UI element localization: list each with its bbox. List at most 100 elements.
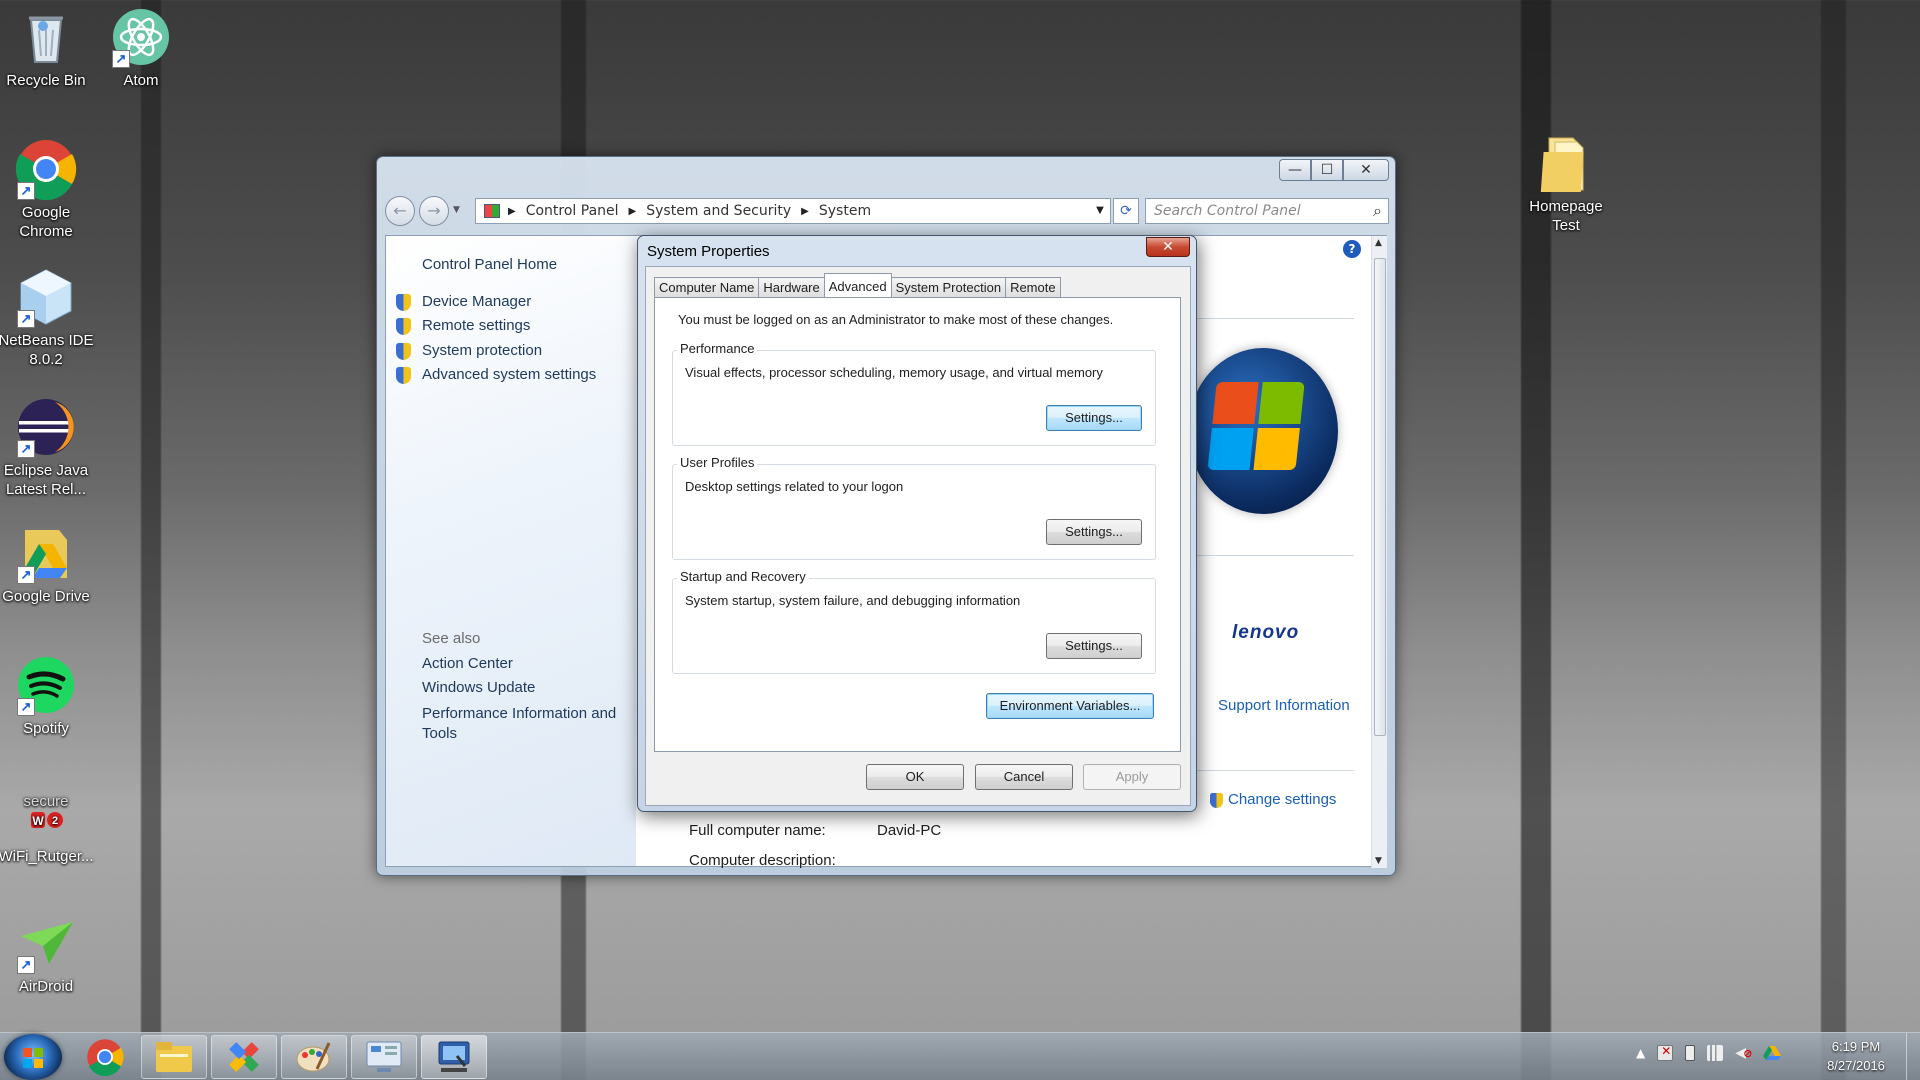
netbeans-icon: ↗ — [15, 266, 77, 328]
back-button[interactable]: ← — [385, 196, 415, 226]
windows-logo-icon — [1188, 348, 1338, 514]
system-properties-dialog[interactable]: System Properties ✕ Computer Name Hardwa… — [637, 235, 1197, 812]
system-properties-icon — [438, 1041, 470, 1072]
desktop-icon-atom[interactable]: ↗ Atom — [93, 6, 189, 90]
vertical-scrollbar[interactable]: ▲ ▼ — [1371, 236, 1387, 868]
tab-hardware[interactable]: Hardware — [758, 277, 825, 297]
minimize-button[interactable]: — — [1279, 159, 1311, 181]
network-icon[interactable] — [1707, 1045, 1724, 1061]
desktop-icon-recycle-bin[interactable]: Recycle Bin — [0, 6, 94, 90]
startup-recovery-group: Startup and Recovery System startup, sys… — [672, 569, 1156, 674]
full-computer-name-label: Full computer name: — [689, 822, 826, 839]
breadcrumb-system-and-security[interactable]: System and Security — [646, 203, 791, 219]
taskbar-system-properties[interactable] — [421, 1035, 487, 1079]
task-pane: Control Panel Home Device Manager Remote… — [386, 236, 636, 866]
google-drive-icon[interactable] — [1763, 1045, 1782, 1061]
volume-muted-icon[interactable]: ◀ ⊘ — [1735, 1045, 1752, 1061]
securew2-icon: secure W 2 — [15, 782, 77, 844]
close-button[interactable]: ✕ — [1343, 159, 1389, 181]
forward-button[interactable]: → — [419, 196, 449, 226]
group-title: Performance — [677, 341, 758, 356]
tab-remote[interactable]: Remote — [1005, 277, 1061, 297]
desktop-icon-google-drive[interactable]: ↗ Google Drive — [0, 522, 94, 606]
environment-variables-button[interactable]: Environment Variables... — [986, 693, 1154, 719]
windows-start-icon — [23, 1048, 32, 1057]
scroll-thumb[interactable] — [1374, 258, 1386, 736]
uac-shield-icon — [396, 367, 411, 384]
action-center-flag-icon[interactable]: ✕ — [1657, 1044, 1674, 1061]
shortcut-arrow-icon: ↗ — [17, 956, 35, 974]
taskbar-paint[interactable] — [281, 1035, 347, 1079]
close-icon: ✕ — [1162, 239, 1174, 255]
svg-text:secure: secure — [23, 793, 68, 810]
performance-information-link[interactable]: Performance Information and Tools — [422, 704, 632, 744]
maximize-button[interactable]: ☐ — [1311, 159, 1343, 181]
spotify-icon: ↗ — [15, 654, 77, 716]
dialog-close-button[interactable]: ✕ — [1146, 237, 1190, 257]
help-icon[interactable]: ? — [1343, 240, 1361, 258]
section-divider — [1192, 318, 1354, 319]
breadcrumb-chevron-icon[interactable]: ▶ — [508, 206, 516, 217]
cancel-button[interactable]: Cancel — [975, 764, 1073, 790]
advanced-system-settings-link[interactable]: Advanced system settings — [396, 366, 596, 384]
user-profiles-settings-button[interactable]: Settings... — [1046, 519, 1142, 545]
desktop-icon-google-chrome[interactable]: ↗ Google Chrome — [0, 138, 94, 241]
taskbar-control-panel[interactable] — [351, 1035, 417, 1079]
taskbar-pinwheel-app[interactable] — [211, 1035, 277, 1079]
windows-update-link[interactable]: Windows Update — [422, 679, 535, 696]
clock-date: 8/27/2016 — [1827, 1058, 1885, 1073]
full-computer-name-value: David-PC — [877, 822, 942, 839]
paint-icon — [296, 1042, 331, 1072]
desktop-icon-eclipse[interactable]: ↗ Eclipse Java Latest Rel... — [0, 396, 94, 499]
user-profiles-group: User Profiles Desktop settings related t… — [672, 455, 1156, 560]
scroll-up-icon[interactable]: ▲ — [1375, 238, 1382, 248]
recent-pages-chevron-icon[interactable]: ▼ — [453, 205, 460, 215]
group-description: Visual effects, processor scheduling, me… — [685, 365, 1103, 380]
search-icon: ⌕ — [1373, 201, 1382, 220]
breadcrumb-chevron-icon[interactable]: ▶ — [629, 206, 637, 217]
address-dropdown-icon[interactable]: ▼ — [1090, 199, 1110, 223]
shortcut-arrow-icon: ↗ — [17, 698, 35, 716]
airdroid-icon: ↗ — [15, 912, 77, 974]
pinwheel-app-icon — [229, 1042, 259, 1072]
section-divider — [1192, 770, 1354, 771]
apply-button[interactable]: Apply — [1083, 764, 1181, 790]
desktop-icon-airdroid[interactable]: ↗ AirDroid — [0, 912, 94, 996]
change-settings-link[interactable]: Change settings — [1210, 791, 1336, 808]
breadcrumb-chevron-icon[interactable]: ▶ — [801, 206, 809, 217]
ok-button[interactable]: OK — [866, 764, 964, 790]
search-input[interactable]: Search Control Panel ⌕ — [1145, 198, 1389, 224]
scroll-down-icon[interactable]: ▼ — [1375, 856, 1382, 866]
tab-computer-name[interactable]: Computer Name — [654, 277, 760, 297]
tab-system-protection[interactable]: System Protection — [890, 277, 1007, 297]
show-desktop-button[interactable] — [1906, 1033, 1920, 1080]
taskbar-file-explorer[interactable] — [141, 1035, 207, 1079]
start-button[interactable] — [4, 1034, 62, 1080]
address-bar[interactable]: ▶ Control Panel ▶ System and Security ▶ … — [475, 198, 1111, 224]
desktop-icon-wifi-rutgers[interactable]: secure W 2 WiFi_Rutger... — [0, 782, 94, 866]
support-information-link[interactable]: Support Information — [1218, 697, 1350, 714]
breadcrumb-control-panel[interactable]: Control Panel — [526, 203, 619, 219]
refresh-icon[interactable]: ⟳ — [1113, 198, 1139, 224]
caption-buttons: — ☐ ✕ — [1279, 159, 1389, 181]
breadcrumb-system[interactable]: System — [819, 203, 871, 219]
startup-recovery-settings-button[interactable]: Settings... — [1046, 633, 1142, 659]
system-clock[interactable]: 6:19 PM 8/27/2016 — [1812, 1037, 1900, 1075]
admin-notice: You must be logged on as an Administrato… — [678, 312, 1114, 327]
battery-icon[interactable] — [1685, 1045, 1696, 1061]
control-panel-home-link[interactable]: Control Panel Home — [422, 256, 557, 273]
shortcut-arrow-icon: ↗ — [17, 310, 35, 328]
taskbar-chrome[interactable] — [72, 1035, 138, 1079]
remote-settings-link[interactable]: Remote settings — [396, 317, 530, 335]
chevron-up-icon[interactable]: ▲ — [1636, 1046, 1645, 1060]
system-protection-link[interactable]: System protection — [396, 342, 542, 360]
control-panel-icon — [366, 1041, 402, 1072]
desktop-icon-netbeans[interactable]: ↗ NetBeans IDE 8.0.2 — [0, 266, 94, 369]
performance-settings-button[interactable]: Settings... — [1046, 405, 1142, 431]
device-manager-link[interactable]: Device Manager — [396, 293, 531, 311]
action-center-link[interactable]: Action Center — [422, 655, 513, 672]
desktop-icon-homepage-test[interactable]: Homepage Test — [1518, 132, 1614, 235]
eclipse-icon: ↗ — [15, 396, 77, 458]
tab-advanced[interactable]: Advanced — [823, 273, 892, 297]
desktop-icon-spotify[interactable]: ↗ Spotify — [0, 654, 94, 738]
